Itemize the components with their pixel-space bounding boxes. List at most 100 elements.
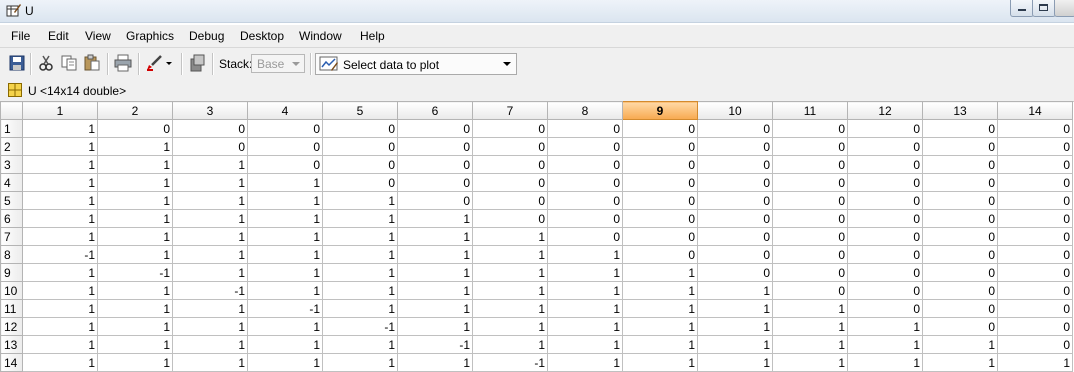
table-cell[interactable]: 1	[622, 317, 698, 336]
table-cell[interactable]: 1	[322, 245, 398, 264]
table-cell[interactable]: 1	[697, 281, 773, 300]
table-cell[interactable]: 0	[547, 209, 623, 228]
table-cell[interactable]: 1	[22, 353, 98, 372]
table-cell[interactable]: 0	[547, 119, 623, 138]
row-header[interactable]: 4	[0, 173, 23, 192]
column-header[interactable]: 1	[22, 101, 98, 120]
table-cell[interactable]: 1	[97, 137, 173, 156]
column-header[interactable]: 5	[322, 101, 398, 120]
table-cell[interactable]: 1	[22, 119, 98, 138]
copy-icon[interactable]	[60, 54, 78, 72]
table-cell[interactable]: 1	[247, 335, 323, 354]
row-header[interactable]: 9	[0, 263, 23, 282]
table-cell[interactable]: 0	[997, 281, 1073, 300]
table-cell[interactable]: 0	[322, 173, 398, 192]
row-header[interactable]: 10	[0, 281, 23, 300]
menu-window[interactable]: Window	[299, 29, 342, 43]
table-cell[interactable]: 1	[472, 245, 548, 264]
row-header[interactable]: 6	[0, 209, 23, 228]
table-cell[interactable]: 1	[247, 191, 323, 210]
table-cell[interactable]: 0	[397, 191, 473, 210]
table-cell[interactable]: 0	[847, 119, 923, 138]
table-cell[interactable]: 0	[997, 317, 1073, 336]
table-cell[interactable]: 1	[247, 281, 323, 300]
table-cell[interactable]: 0	[172, 137, 248, 156]
table-cell[interactable]: 1	[22, 137, 98, 156]
table-cell[interactable]: 1	[322, 209, 398, 228]
grid-corner[interactable]	[0, 101, 23, 120]
table-cell[interactable]: 1	[22, 299, 98, 318]
table-cell[interactable]: 1	[97, 227, 173, 246]
table-cell[interactable]: 0	[997, 155, 1073, 174]
table-cell[interactable]: 1	[322, 299, 398, 318]
close-button[interactable]	[1054, 0, 1074, 17]
row-header[interactable]: 7	[0, 227, 23, 246]
table-cell[interactable]: 1	[22, 173, 98, 192]
table-cell[interactable]: 1	[847, 353, 923, 372]
table-cell[interactable]: 1	[247, 263, 323, 282]
table-cell[interactable]: 1	[697, 299, 773, 318]
table-cell[interactable]: 0	[322, 119, 398, 138]
table-cell[interactable]: 1	[172, 263, 248, 282]
table-cell[interactable]: 0	[922, 173, 998, 192]
table-cell[interactable]: 1	[622, 281, 698, 300]
table-cell[interactable]: 0	[772, 155, 848, 174]
table-cell[interactable]: 1	[697, 353, 773, 372]
table-cell[interactable]: 0	[922, 137, 998, 156]
table-cell[interactable]: 1	[22, 281, 98, 300]
table-cell[interactable]: 1	[97, 335, 173, 354]
table-cell[interactable]: 0	[622, 137, 698, 156]
table-cell[interactable]: 1	[97, 191, 173, 210]
table-cell[interactable]: 1	[322, 191, 398, 210]
table-cell[interactable]: 0	[397, 155, 473, 174]
table-cell[interactable]: 0	[997, 335, 1073, 354]
column-header[interactable]: 9	[622, 101, 698, 120]
table-cell[interactable]: 1	[472, 227, 548, 246]
table-cell[interactable]: 0	[622, 245, 698, 264]
table-cell[interactable]: 1	[472, 299, 548, 318]
menu-debug[interactable]: Debug	[189, 29, 224, 43]
table-cell[interactable]: 1	[472, 335, 548, 354]
table-cell[interactable]: 1	[397, 353, 473, 372]
maximize-button[interactable]	[1032, 0, 1056, 17]
table-cell[interactable]: 1	[22, 209, 98, 228]
table-cell[interactable]: 1	[172, 227, 248, 246]
table-cell[interactable]: 1	[697, 317, 773, 336]
table-cell[interactable]: 0	[997, 119, 1073, 138]
table-cell[interactable]: 1	[397, 209, 473, 228]
table-cell[interactable]: 1	[397, 263, 473, 282]
table-cell[interactable]: 0	[472, 137, 548, 156]
table-cell[interactable]: 1	[97, 299, 173, 318]
table-cell[interactable]: 1	[247, 209, 323, 228]
table-cell[interactable]: 0	[997, 245, 1073, 264]
table-cell[interactable]: 0	[547, 155, 623, 174]
column-header[interactable]: 6	[397, 101, 473, 120]
table-cell[interactable]: 0	[922, 227, 998, 246]
table-cell[interactable]: 1	[22, 227, 98, 246]
table-cell[interactable]: 1	[322, 263, 398, 282]
table-cell[interactable]: 0	[847, 281, 923, 300]
row-header[interactable]: 2	[0, 137, 23, 156]
cut-icon[interactable]	[37, 54, 55, 72]
table-cell[interactable]: 0	[697, 155, 773, 174]
table-cell[interactable]: 1	[622, 353, 698, 372]
table-cell[interactable]: 1	[847, 335, 923, 354]
brush-icon[interactable]	[145, 54, 163, 72]
table-cell[interactable]: 0	[922, 119, 998, 138]
table-cell[interactable]: 1	[22, 317, 98, 336]
table-cell[interactable]: 0	[847, 191, 923, 210]
table-cell[interactable]: 1	[397, 317, 473, 336]
table-cell[interactable]: 1	[622, 335, 698, 354]
table-cell[interactable]: 1	[547, 281, 623, 300]
table-cell[interactable]: 1	[97, 155, 173, 174]
row-header[interactable]: 3	[0, 155, 23, 174]
table-cell[interactable]: 1	[247, 317, 323, 336]
table-cell[interactable]: 0	[622, 119, 698, 138]
minimize-button[interactable]	[1010, 0, 1034, 17]
table-cell[interactable]: -1	[97, 263, 173, 282]
table-cell[interactable]: 0	[772, 119, 848, 138]
table-cell[interactable]: 0	[322, 155, 398, 174]
table-cell[interactable]: 0	[997, 299, 1073, 318]
table-cell[interactable]: 0	[247, 119, 323, 138]
table-cell[interactable]: 0	[547, 227, 623, 246]
